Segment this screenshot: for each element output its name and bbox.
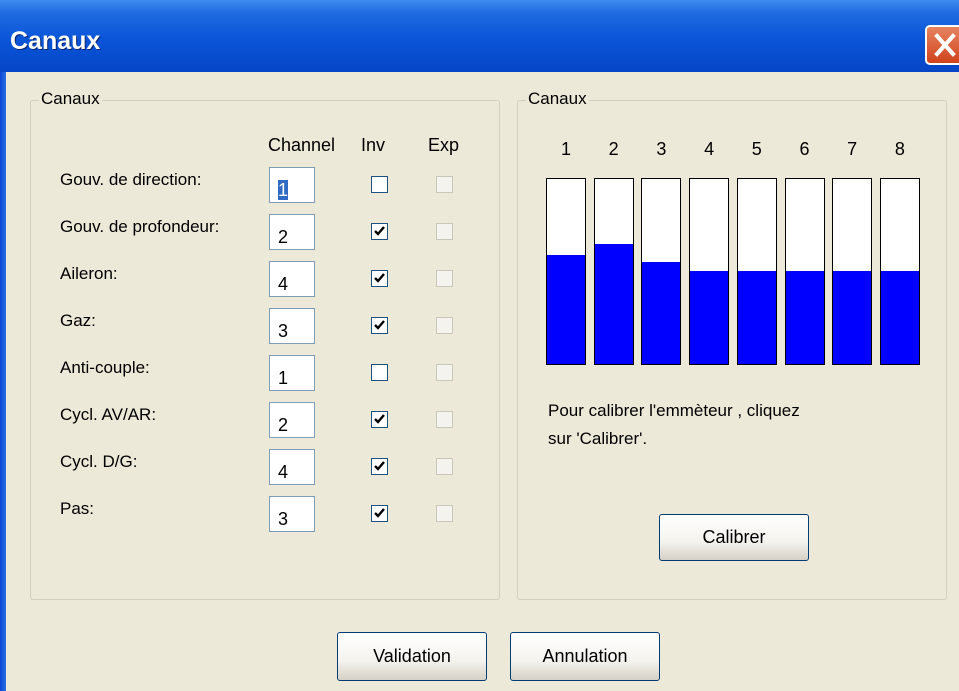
channel-input[interactable]: 2: [269, 402, 315, 438]
channel-value: 3: [278, 509, 289, 529]
channel-level-bar: [593, 178, 634, 365]
cancel-button-label: Annulation: [542, 646, 628, 666]
inv-checkbox[interactable]: [371, 458, 388, 475]
header-inv: Inv: [361, 135, 386, 155]
channel-input[interactable]: 3: [269, 496, 315, 532]
row-label: Cycl. AV/AR:: [60, 405, 157, 424]
channel-input[interactable]: 1: [269, 167, 315, 203]
channel-level-fill: [690, 271, 729, 364]
channel-level-fill: [737, 271, 776, 364]
calibrate-button-label: Calibrer: [702, 527, 766, 547]
header-channel: Channel: [268, 135, 336, 155]
inv-checkbox[interactable]: [371, 223, 388, 240]
exp-checkbox[interactable]: [436, 458, 453, 475]
channel-value: 4: [278, 462, 289, 482]
inv-checkbox[interactable]: [371, 364, 388, 381]
channel-number-label: 5: [751, 139, 762, 159]
row-label: Gouv. de direction:: [60, 170, 202, 189]
exp-checkbox[interactable]: [436, 270, 453, 287]
row-label: Pas:: [60, 499, 95, 518]
channel-value: 1: [278, 368, 289, 388]
inv-checkbox[interactable]: [371, 270, 388, 287]
channel-level-fill: [880, 271, 919, 364]
channel-number-label: 4: [704, 139, 715, 159]
window-title: Canaux: [10, 27, 101, 55]
exp-checkbox[interactable]: [436, 411, 453, 428]
validation-button[interactable]: Validation: [337, 632, 487, 681]
channel-number-label: 8: [894, 139, 905, 159]
channel-number-label: 1: [560, 139, 571, 159]
channel-value: 4: [278, 274, 289, 294]
row-label: Gouv. de profondeur:: [60, 217, 220, 236]
inv-checkbox[interactable]: [371, 317, 388, 334]
channel-number-label: 2: [608, 139, 619, 159]
channel-level-fill: [594, 244, 633, 364]
group-legend: Canaux: [526, 89, 589, 109]
row-label: Anti-couple:: [60, 358, 150, 377]
inv-checkbox[interactable]: [371, 505, 388, 522]
channel-level-bar: [736, 178, 777, 365]
channel-input[interactable]: 4: [269, 261, 315, 297]
calibrate-note-line1: Pour calibrer l'emmèteur , cliquez: [548, 401, 800, 420]
channel-input[interactable]: 3: [269, 308, 315, 344]
row-label: Aileron:: [60, 264, 118, 283]
validation-button-label: Validation: [373, 646, 451, 666]
exp-checkbox[interactable]: [436, 317, 453, 334]
exp-checkbox[interactable]: [436, 176, 453, 193]
row-label: Gaz:: [60, 311, 96, 330]
channel-level-fill: [547, 255, 585, 364]
calibrate-button[interactable]: Calibrer: [659, 514, 809, 561]
channel-input[interactable]: 1: [269, 355, 315, 391]
channel-input[interactable]: 2: [269, 214, 315, 250]
group-legend: Canaux: [39, 89, 102, 109]
close-button[interactable]: [925, 25, 959, 65]
channel-value: 2: [278, 227, 289, 247]
channel-number-label: 7: [847, 139, 858, 159]
row-label: Cycl. D/G:: [60, 452, 138, 471]
channel-value: 1: [278, 180, 289, 200]
title-bar[interactable]: Canaux: [0, 0, 959, 72]
channel-level-bar: [641, 178, 682, 365]
close-icon: [934, 33, 956, 57]
exp-checkbox[interactable]: [436, 364, 453, 381]
channel-value: 2: [278, 415, 289, 435]
channel-level-bar: [832, 178, 873, 365]
channel-value: 3: [278, 321, 289, 341]
channel-number-label: 3: [656, 139, 667, 159]
inv-checkbox[interactable]: [371, 411, 388, 428]
calibrate-note-line2: sur 'Calibrer'.: [548, 429, 648, 448]
channel-number-label: 6: [799, 139, 810, 159]
channel-input[interactable]: 4: [269, 449, 315, 485]
inv-checkbox[interactable]: [371, 176, 388, 193]
channel-level-bar: [546, 178, 586, 365]
header-exp: Exp: [428, 135, 460, 155]
channel-level-fill: [642, 262, 681, 364]
cancel-button[interactable]: Annulation: [510, 632, 660, 681]
exp-checkbox[interactable]: [436, 505, 453, 522]
channel-level-bar: [879, 178, 920, 365]
channel-level-bar: [784, 178, 825, 365]
window-border: [0, 72, 6, 691]
channel-level-bar: [689, 178, 730, 365]
channel-level-fill: [833, 271, 872, 364]
exp-checkbox[interactable]: [436, 223, 453, 240]
channel-level-fill: [785, 271, 824, 364]
